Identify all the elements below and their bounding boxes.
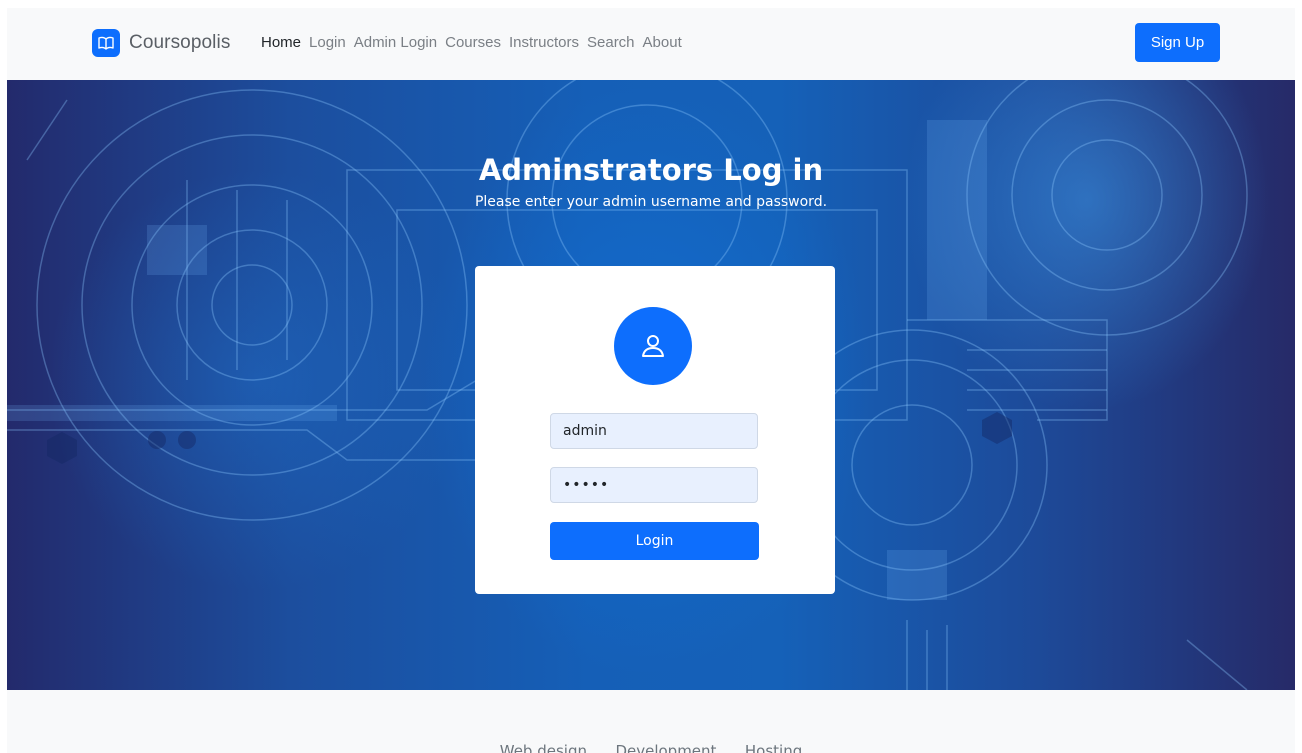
footer: Web design Development Hosting (7, 690, 1295, 753)
login-card: Login (475, 266, 835, 594)
page-title: Adminstrators Log in (478, 153, 824, 188)
navbar: Coursopolis Home Login Admin Login Cours… (7, 8, 1295, 80)
footer-link-web-design[interactable]: Web design (500, 742, 587, 753)
footer-link-hosting[interactable]: Hosting (745, 742, 802, 753)
footer-links: Web design Development Hosting (7, 742, 1295, 753)
book-icon (92, 29, 120, 57)
nav-link-home[interactable]: Home (261, 32, 301, 54)
login-button[interactable]: Login (550, 522, 759, 560)
nav-link-login[interactable]: Login (309, 32, 346, 54)
nav-link-admin-login[interactable]: Admin Login (354, 32, 437, 54)
nav-link-instructors[interactable]: Instructors (509, 32, 579, 54)
signup-button[interactable]: Sign Up (1135, 23, 1220, 62)
user-icon (614, 307, 692, 385)
username-input[interactable] (550, 413, 758, 449)
page: Coursopolis Home Login Admin Login Cours… (7, 8, 1295, 753)
brand-link[interactable]: Coursopolis (92, 26, 230, 60)
nav-link-about[interactable]: About (643, 32, 682, 54)
page-subtitle: Please enter your admin username and pas… (474, 194, 828, 210)
footer-link-development[interactable]: Development (615, 742, 716, 753)
brand-name: Coursopolis (129, 32, 231, 53)
nav-links: Home Login Admin Login Courses Instructo… (261, 32, 690, 54)
nav-link-courses[interactable]: Courses (445, 32, 501, 54)
nav-link-search[interactable]: Search (587, 32, 635, 54)
hero-section: Adminstrators Log in Please enter your a… (7, 80, 1295, 690)
password-input[interactable] (550, 467, 758, 503)
